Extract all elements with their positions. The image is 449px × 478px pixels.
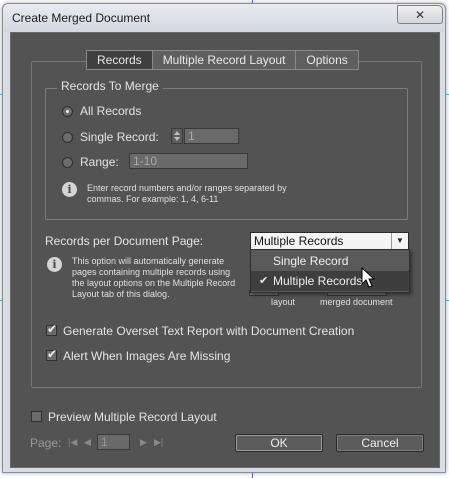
- stepper-down-icon[interactable]: [174, 137, 180, 141]
- single-record-input[interactable]: 1: [184, 128, 239, 144]
- radio-range[interactable]: Range:: [62, 155, 119, 169]
- next-page-icon[interactable]: ▶: [140, 437, 147, 448]
- layout-caption: layout: [271, 297, 296, 307]
- radio-single-record-label: Single Record:: [80, 130, 159, 144]
- dialog-window: Create Merged Document ✕ Records Multipl…: [2, 3, 446, 473]
- dropdown-option-label: Multiple Records: [273, 274, 363, 288]
- ok-button[interactable]: OK: [235, 434, 323, 452]
- close-icon: ✕: [414, 7, 426, 22]
- title-bar[interactable]: Create Merged Document ✕: [3, 4, 445, 32]
- tab-bar: Records Multiple Record Layout Options: [86, 50, 359, 70]
- tab-options[interactable]: Options: [296, 51, 358, 69]
- dropdown-menu: Single Record ✔ Multiple Records: [250, 249, 410, 293]
- close-button[interactable]: ✕: [397, 5, 443, 24]
- dialog-title: Create Merged Document: [12, 11, 151, 25]
- mouse-cursor-icon: [361, 267, 376, 288]
- radio-all-records-label: All Records: [80, 104, 142, 118]
- dialog-content: Records Multiple Record Layout Options R…: [10, 32, 440, 468]
- dropdown-option-multiple-records[interactable]: ✔ Multiple Records: [251, 271, 409, 291]
- radio-single-record-button[interactable]: [62, 131, 73, 143]
- records-per-page-label: Records per Document Page:: [45, 234, 204, 248]
- dropdown-option-single-record[interactable]: Single Record: [251, 251, 409, 271]
- single-record-stepper[interactable]: [171, 128, 183, 144]
- range-input[interactable]: 1-10: [129, 153, 248, 169]
- preview-checkbox[interactable]: [31, 411, 42, 422]
- info-icon: i: [62, 182, 77, 197]
- radio-single-record[interactable]: Single Record:: [62, 130, 159, 144]
- last-page-icon[interactable]: ▶|: [154, 437, 163, 448]
- records-per-page-dropdown[interactable]: Multiple Records ▼: [250, 232, 409, 250]
- radio-all-records[interactable]: All Records: [62, 104, 141, 118]
- page-label: Page:: [30, 436, 62, 450]
- records-info-text: Enter record numbers and/or ranges separ…: [87, 183, 287, 204]
- checkmark-icon: ✔: [47, 347, 58, 361]
- radio-range-label: Range:: [80, 155, 119, 169]
- missing-images-checkbox[interactable]: ✔: [46, 347, 58, 361]
- preview-label: Preview Multiple Record Layout: [48, 410, 217, 424]
- dropdown-selected-value: Multiple Records: [254, 234, 344, 248]
- stepper-up-icon[interactable]: [174, 131, 180, 135]
- tab-multiple-record-layout[interactable]: Multiple Record Layout: [152, 51, 297, 69]
- page-number-input[interactable]: 1: [97, 434, 130, 450]
- radio-all-records-button[interactable]: [62, 105, 73, 117]
- dropdown-option-label: Single Record: [273, 254, 349, 268]
- overset-report-checkbox[interactable]: ✔: [46, 322, 58, 336]
- chevron-down-icon[interactable]: ▼: [391, 233, 408, 249]
- cancel-button[interactable]: Cancel: [336, 434, 424, 452]
- missing-images-label: Alert When Images Are Missing: [63, 349, 231, 363]
- per-page-info-text: This option will automatically generate …: [72, 256, 236, 299]
- checkmark-icon: ✔: [47, 322, 58, 336]
- merged-document-caption: merged document: [320, 297, 393, 307]
- overset-report-label: Generate Overset Text Report with Docume…: [63, 324, 355, 338]
- radio-range-button[interactable]: [62, 156, 73, 168]
- first-page-icon[interactable]: |◀: [68, 437, 77, 448]
- checkmark-icon: ✔: [259, 275, 269, 287]
- tab-records[interactable]: Records: [87, 51, 153, 69]
- previous-page-icon[interactable]: ◀: [84, 437, 91, 448]
- info-icon: i: [47, 257, 62, 272]
- records-to-merge-title: Records To Merge: [57, 79, 163, 93]
